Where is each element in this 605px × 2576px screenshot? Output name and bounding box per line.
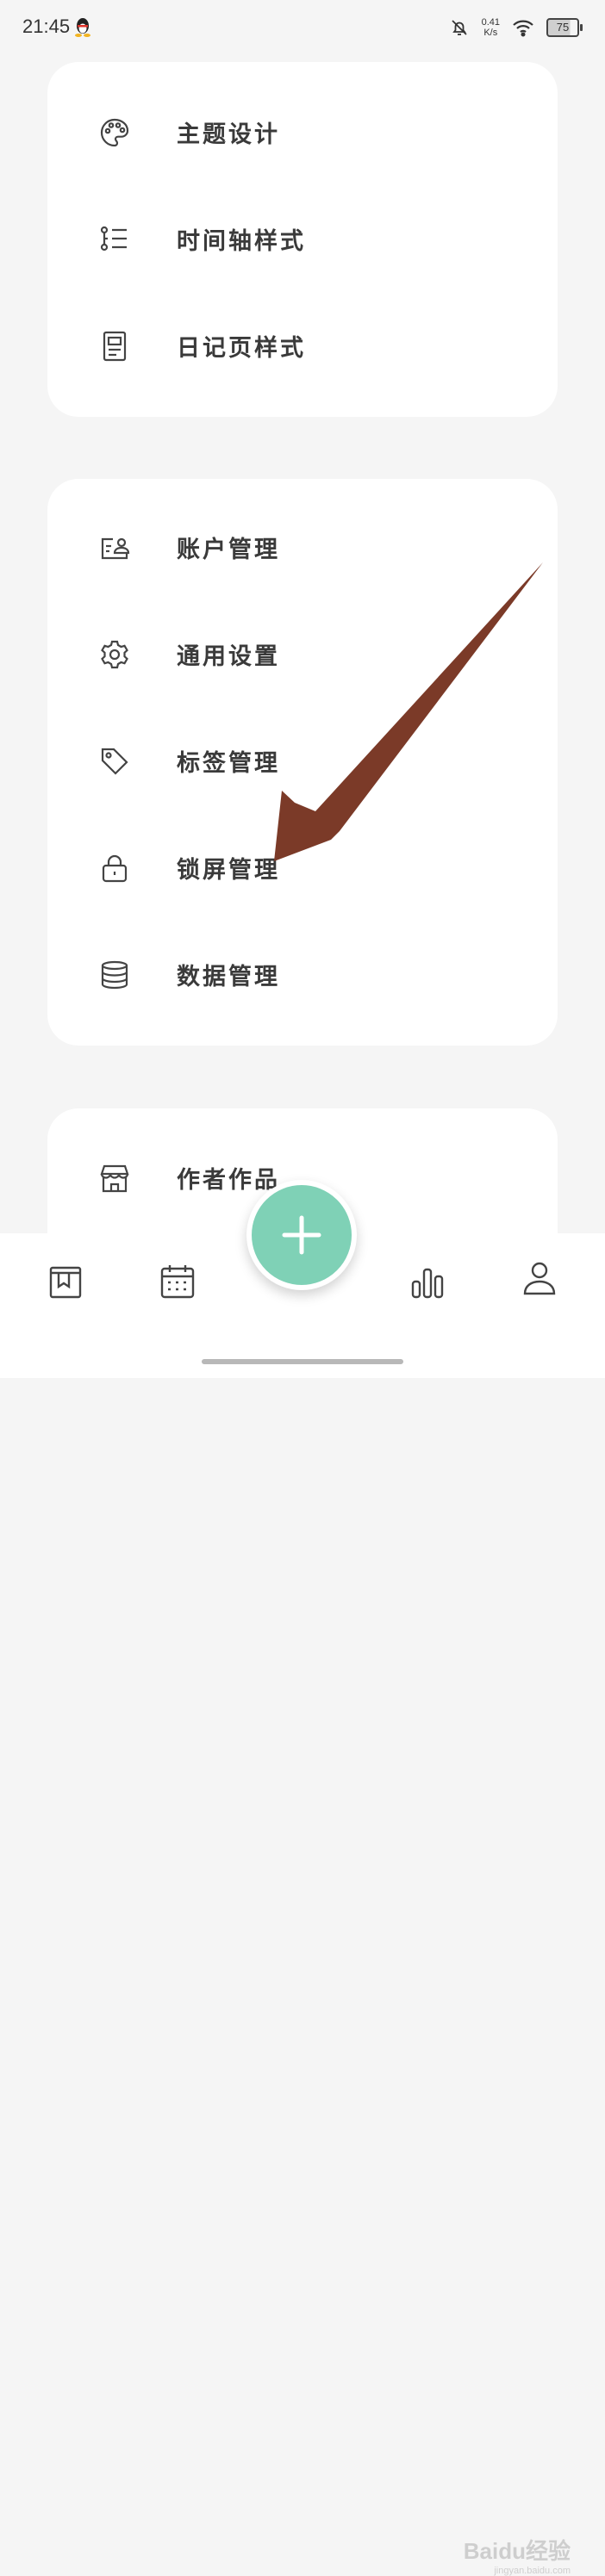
- database-icon: [101, 960, 128, 990]
- qq-icon: [75, 18, 90, 37]
- menu-item-account-management[interactable]: 账户管理: [47, 509, 558, 587]
- gear-icon: [101, 640, 128, 669]
- watermark-sub: jingyan.baidu.com: [494, 2566, 571, 2576]
- calendar-icon[interactable]: [159, 1263, 196, 1300]
- menu-item-general-settings[interactable]: 通用设置: [47, 616, 558, 693]
- wifi-icon: [513, 20, 533, 37]
- lock-icon: [102, 854, 128, 883]
- speed-unit: K/s: [483, 28, 498, 38]
- speed-value: 0.41: [481, 17, 500, 28]
- menu-item-label: 时间轴样式: [177, 228, 306, 255]
- menu-item-label: 标签管理: [177, 750, 280, 777]
- tag-icon: [101, 748, 128, 775]
- network-speed: 0.41 K/s: [482, 17, 500, 38]
- status-time: 21:45: [22, 16, 71, 37]
- menu-item-theme-design[interactable]: 主题设计: [47, 94, 558, 171]
- menu-item-lock-screen-management[interactable]: 锁屏管理: [47, 829, 558, 907]
- menu-item-label: 作者作品: [177, 1167, 280, 1194]
- menu-item-label: 主题设计: [177, 121, 280, 148]
- timeline-list-icon: [100, 226, 127, 251]
- bell-off-icon: [451, 20, 467, 35]
- appearance-card: 主题设计 时间轴样式 日记页样式: [47, 62, 558, 417]
- store-icon: [100, 1164, 129, 1193]
- menu-item-tag-management[interactable]: 标签管理: [47, 723, 558, 800]
- menu-item-label: 日记页样式: [177, 335, 306, 362]
- add-icon: [282, 1215, 321, 1255]
- bar-chart-icon[interactable]: [409, 1263, 446, 1300]
- menu-item-data-management[interactable]: 数据管理: [47, 936, 558, 1014]
- status-bar: 21:45 0.41 K/s 75: [0, 0, 605, 55]
- home-indicator[interactable]: [202, 1359, 403, 1364]
- menu-item-label: 账户管理: [177, 537, 280, 563]
- battery-icon: 75: [546, 18, 583, 37]
- menu-item-diary-page-style[interactable]: 日记页样式: [47, 307, 558, 385]
- menu-item-label: 通用设置: [177, 643, 280, 670]
- palette-icon: [100, 118, 129, 147]
- menu-item-label: 数据管理: [177, 964, 280, 990]
- management-card: 账户管理 通用设置 标签管理 锁屏管理 数据管理: [47, 479, 558, 1046]
- profile-icon[interactable]: [521, 1259, 558, 1297]
- add-button[interactable]: [246, 1180, 357, 1290]
- diary-book-icon[interactable]: [47, 1263, 84, 1300]
- watermark-text: Baidu经验: [463, 2538, 571, 2564]
- baidu-watermark: Baidu经验 jingyan.baidu.com: [464, 2534, 571, 2576]
- menu-item-timeline-style[interactable]: 时间轴样式: [47, 201, 558, 278]
- document-icon: [103, 331, 127, 362]
- account-card-icon: [101, 537, 130, 560]
- menu-item-label: 锁屏管理: [177, 857, 280, 884]
